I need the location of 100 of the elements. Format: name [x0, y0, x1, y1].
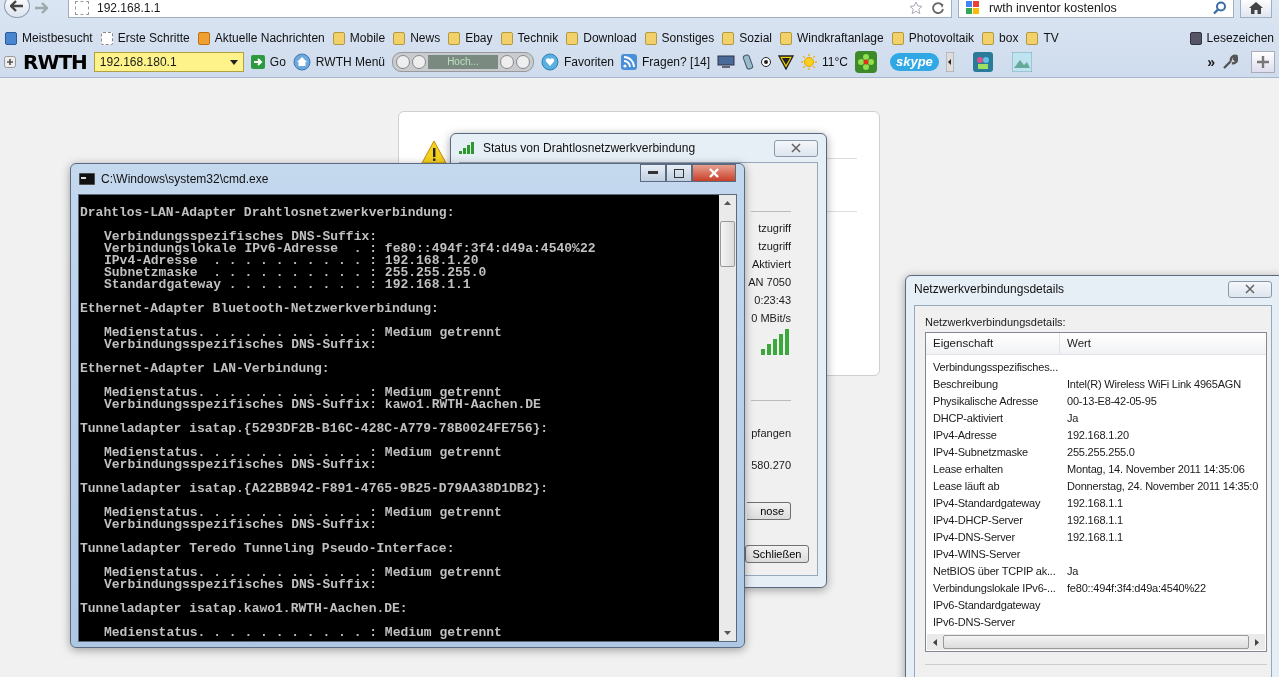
home-icon[interactable]: [1248, 0, 1264, 15]
minimize-icon[interactable]: [648, 171, 658, 175]
scroll-thumb[interactable]: [943, 635, 1249, 649]
rss-icon[interactable]: [621, 54, 637, 70]
favorites-button[interactable]: Favoriten: [541, 53, 614, 71]
status-value: tzugriff: [758, 221, 791, 236]
value-cell-text: 192.168.1.20: [1066, 428, 1129, 441]
url-field[interactable]: 192.168.1.1: [68, 0, 952, 18]
wrench-icon[interactable]: [1222, 54, 1238, 70]
console-line: Medienstatus. . . . . . . . . . . : Medium getrennt: [103, 627, 503, 639]
close-button[interactable]: [774, 139, 818, 157]
bookmark[interactable]: Meistbesucht: [5, 31, 93, 45]
property-cell-text: Lease läuft ab: [932, 479, 1001, 492]
go-icon[interactable]: [250, 55, 265, 69]
property-cell-text: Verbindungsspezifisches...: [932, 360, 1060, 373]
bookmark[interactable]: Mobile: [332, 31, 386, 45]
back-button[interactable]: [4, 0, 30, 18]
property-cell-text: NetBIOS über TCPIP ak...: [932, 564, 1057, 577]
address-combo[interactable]: 192.168.180.1: [93, 52, 244, 72]
close-button[interactable]: Schließen: [745, 545, 809, 563]
bookmark[interactable]: box: [982, 31, 1019, 45]
close-button[interactable]: [1228, 280, 1272, 298]
bookmark[interactable]: TV: [1026, 31, 1059, 45]
rwth-logo[interactable]: RWTH: [23, 52, 87, 72]
property-cell-text: IPv4-DNS-Server: [932, 530, 1016, 543]
bookmark[interactable]: Download: [566, 31, 637, 45]
phone-icon[interactable]: [742, 54, 755, 70]
value-cell-text: 192.168.1.1: [1066, 513, 1123, 526]
property-cell-text: Beschreibung: [932, 377, 999, 390]
console-line: Verbindungsspezifisches DNS-Suffix:: [103, 231, 379, 243]
app-icon[interactable]: [972, 52, 993, 72]
console-line: Tunneladapter isatap.{A22BB942-F891-4765-9B25-D79AA38D1DB2}:: [80, 483, 550, 495]
back-arrow-icon[interactable]: [10, 0, 24, 12]
plus-icon[interactable]: [1257, 56, 1269, 68]
value-cell-text: Intel(R) Wireless WiFi Link 4965AGN: [1066, 377, 1241, 390]
go-button[interactable]: Go: [250, 55, 286, 69]
close-icon[interactable]: [791, 143, 801, 153]
console-line: Medienstatus. . . . . . . . . . . : Medium getrennt: [103, 447, 503, 459]
star-icon[interactable]: [909, 0, 923, 15]
questions-button[interactable]: Fragen? [14]: [621, 54, 711, 70]
console-line: Ethernet-Adapter Bluetooth-Netzwerkverbindung:: [80, 303, 440, 315]
console-line: Verbindungsspezifisches DNS-Suffix:: [103, 459, 379, 471]
value-cell-text: Donnerstag, 24. November 2011 14:35:0: [1066, 479, 1259, 492]
status-value: 0:23:43: [754, 293, 791, 308]
column-header[interactable]: Eigenschaft: [926, 333, 1060, 354]
maximize-button[interactable]: [666, 164, 692, 182]
maximize-icon[interactable]: [674, 168, 684, 178]
overflow-button[interactable]: »: [1207, 54, 1215, 70]
list-caption: Netzwerkverbindungsdetails:: [925, 315, 1067, 329]
monitor-icon[interactable]: [717, 55, 736, 69]
search-field[interactable]: rwth inventor kostenlos: [958, 0, 1234, 18]
bookmarks-menu[interactable]: Lesezeichen: [1189, 31, 1274, 45]
ball-icon[interactable]: [761, 57, 772, 67]
property-cell-text: IPv4-Standardgateway: [932, 496, 1042, 509]
bookmark[interactable]: Photovoltaik: [891, 31, 975, 45]
bookmark[interactable]: Aktuelle Nachrichten: [197, 31, 325, 45]
home-button[interactable]: [1240, 0, 1272, 18]
bookmark[interactable]: News: [393, 31, 441, 45]
weather-button[interactable]: 11°C: [801, 54, 848, 70]
bookmark[interactable]: Erste Schritte: [100, 31, 190, 45]
bookmark[interactable]: Sonstiges: [644, 31, 715, 45]
column-header[interactable]: Wert: [1060, 333, 1092, 354]
console-icon: [79, 173, 95, 185]
scroll-up-icon[interactable]: [724, 201, 731, 205]
bookmark[interactable]: Windkraftanlage: [780, 31, 884, 45]
search-engine-icon[interactable]: [965, 0, 981, 16]
scroll-right-icon[interactable]: [1255, 638, 1259, 646]
console-line: Medienstatus. . . . . . . . . . . : Medium getrennt: [103, 327, 503, 339]
property-cell-text: IPv4-Subnetzmaske: [932, 445, 1030, 458]
flower-icon[interactable]: [855, 51, 877, 73]
property-cell-text: Lease erhalten: [932, 462, 1004, 475]
menu-button[interactable]: RWTH Menü: [292, 53, 385, 71]
property-cell-text: IPv4-Adresse: [932, 428, 998, 441]
reload-icon[interactable]: [931, 0, 945, 15]
bookmark[interactable]: Sozial: [722, 31, 772, 45]
scroll-down-icon[interactable]: [724, 631, 731, 635]
warning-icon: [421, 140, 447, 164]
close-icon[interactable]: [1245, 284, 1255, 294]
crest-icon[interactable]: [778, 54, 795, 70]
minimize-button[interactable]: [640, 164, 666, 182]
bookmark[interactable]: Ebay: [448, 31, 493, 45]
status-value: AN 7050: [748, 275, 791, 290]
console-line: IPv4-Adresse . . . . . . . . . . : 192.168.1.20: [103, 255, 479, 267]
diagnose-button[interactable]: nose: [747, 502, 791, 520]
bookmark[interactable]: Technik: [500, 31, 559, 45]
add-icon[interactable]: [4, 56, 16, 68]
window-title: Status von Drahtlosnetzwerkverbindung: [483, 141, 696, 155]
home-icon[interactable]: [292, 53, 311, 71]
dropdown-icon[interactable]: [229, 59, 238, 65]
value-cell-text: 192.168.1.1: [1066, 496, 1123, 509]
scroll-left-icon[interactable]: [933, 638, 937, 646]
property-cell-text: IPv6-DNS-Server: [932, 615, 1016, 628]
close-button[interactable]: [692, 164, 736, 182]
console-line: Standardgateway . . . . . . . . . : 192.168.1.1: [103, 279, 472, 291]
add-button[interactable]: [1251, 51, 1275, 73]
console-line: Subnetzmaske . . . . . . . . . . : 255.255.255.0: [103, 267, 488, 279]
property-cell-text: IPv6-Standardgateway: [932, 598, 1042, 611]
search-icon[interactable]: [1213, 0, 1227, 15]
scroll-thumb[interactable]: [720, 221, 735, 267]
console-line: Verbindungsspezifisches DNS-Suffix:: [103, 519, 379, 531]
